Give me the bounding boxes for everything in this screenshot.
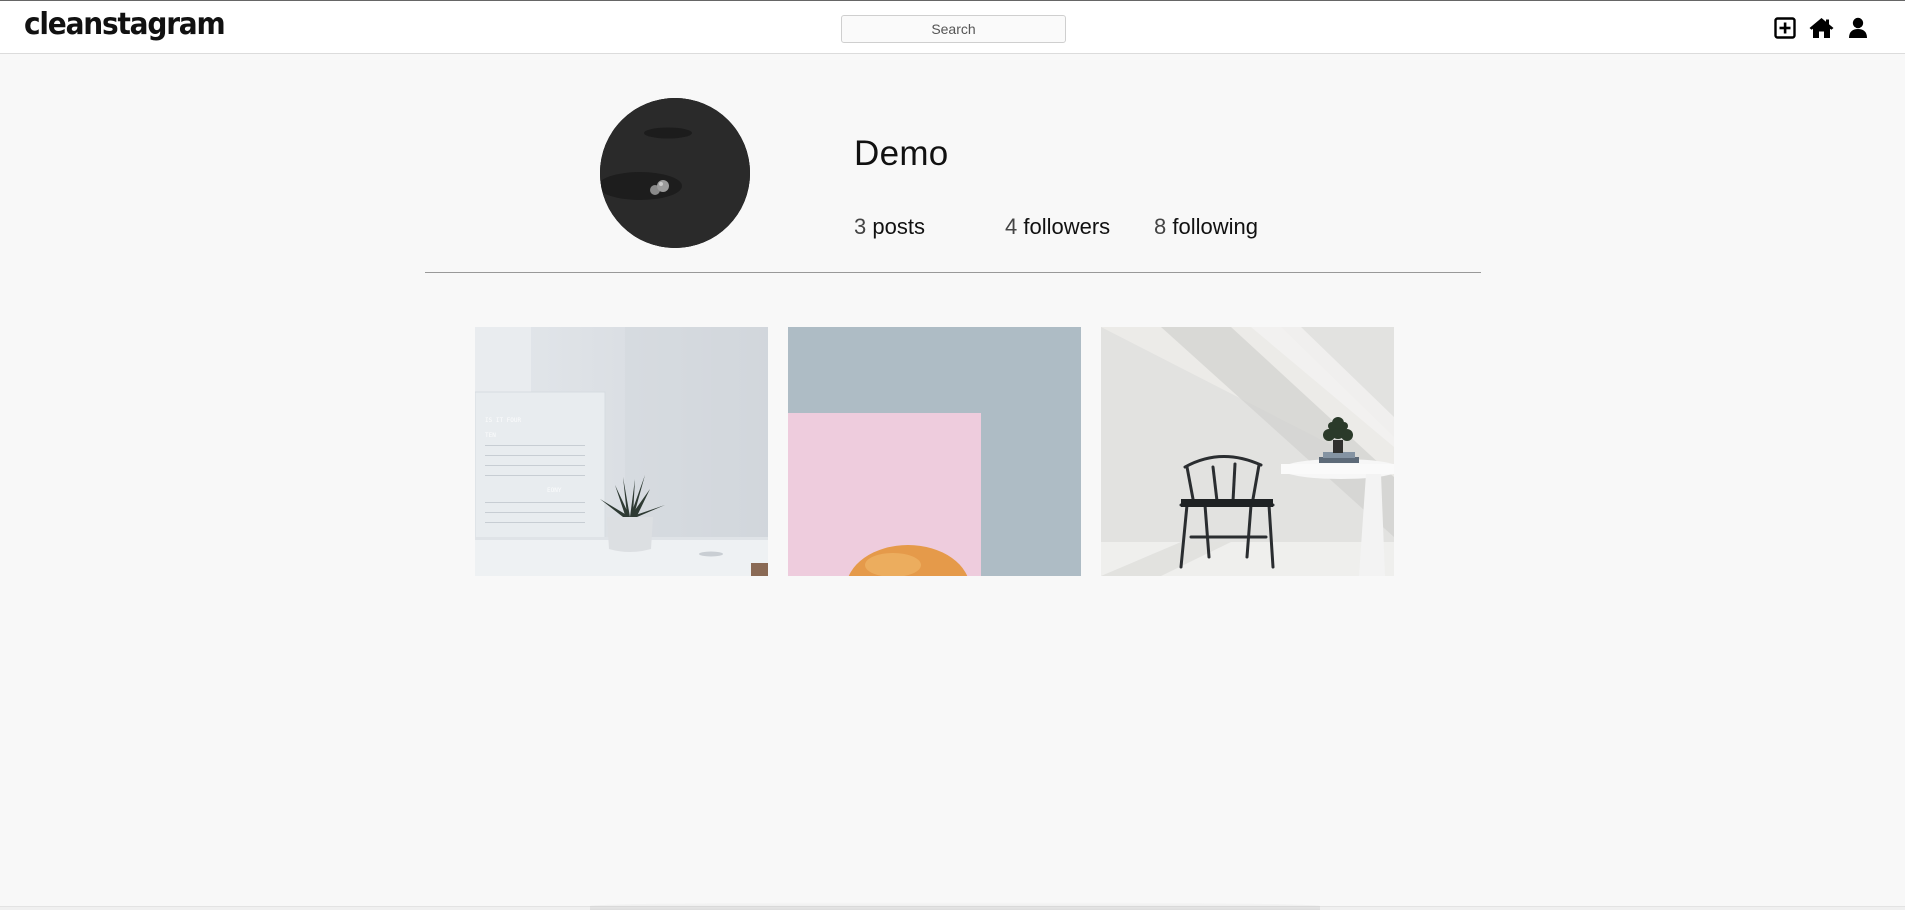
followers-count[interactable]: 4 followers: [1005, 214, 1110, 240]
posts-count: 3 posts: [854, 214, 925, 240]
posts-count-label: posts: [872, 214, 925, 239]
post-thumbnail[interactable]: [788, 327, 1081, 576]
following-count-value: 8: [1154, 214, 1167, 239]
posts-count-value: 3: [854, 214, 867, 239]
profile-icon[interactable]: [1845, 15, 1871, 41]
home-icon[interactable]: [1808, 15, 1834, 41]
svg-text:IS IT FOUR: IS IT FOUR: [485, 417, 522, 424]
svg-text:EONY: EONY: [547, 487, 562, 494]
followers-count-value: 4: [1005, 214, 1018, 239]
profile-divider: [425, 272, 1481, 273]
svg-text:TEN: TEN: [485, 432, 496, 439]
profile-username: Demo: [854, 134, 949, 173]
post-thumbnail[interactable]: [1101, 327, 1394, 576]
app-logo[interactable]: cleanstagram: [24, 6, 226, 42]
new-post-icon[interactable]: [1772, 15, 1798, 41]
bottom-shadow: [590, 902, 1320, 910]
profile-avatar: [600, 98, 750, 248]
following-count[interactable]: 8 following: [1154, 214, 1258, 240]
following-count-label: following: [1172, 214, 1258, 239]
search-input[interactable]: [841, 15, 1066, 43]
post-thumbnail[interactable]: IS IT FOUR TEN EONY: [475, 327, 768, 576]
profile-header: Demo 3 posts 4 followers 8 following: [0, 54, 1905, 274]
followers-count-label: followers: [1023, 214, 1111, 239]
top-navigation-bar: cleanstagram: [0, 0, 1905, 54]
